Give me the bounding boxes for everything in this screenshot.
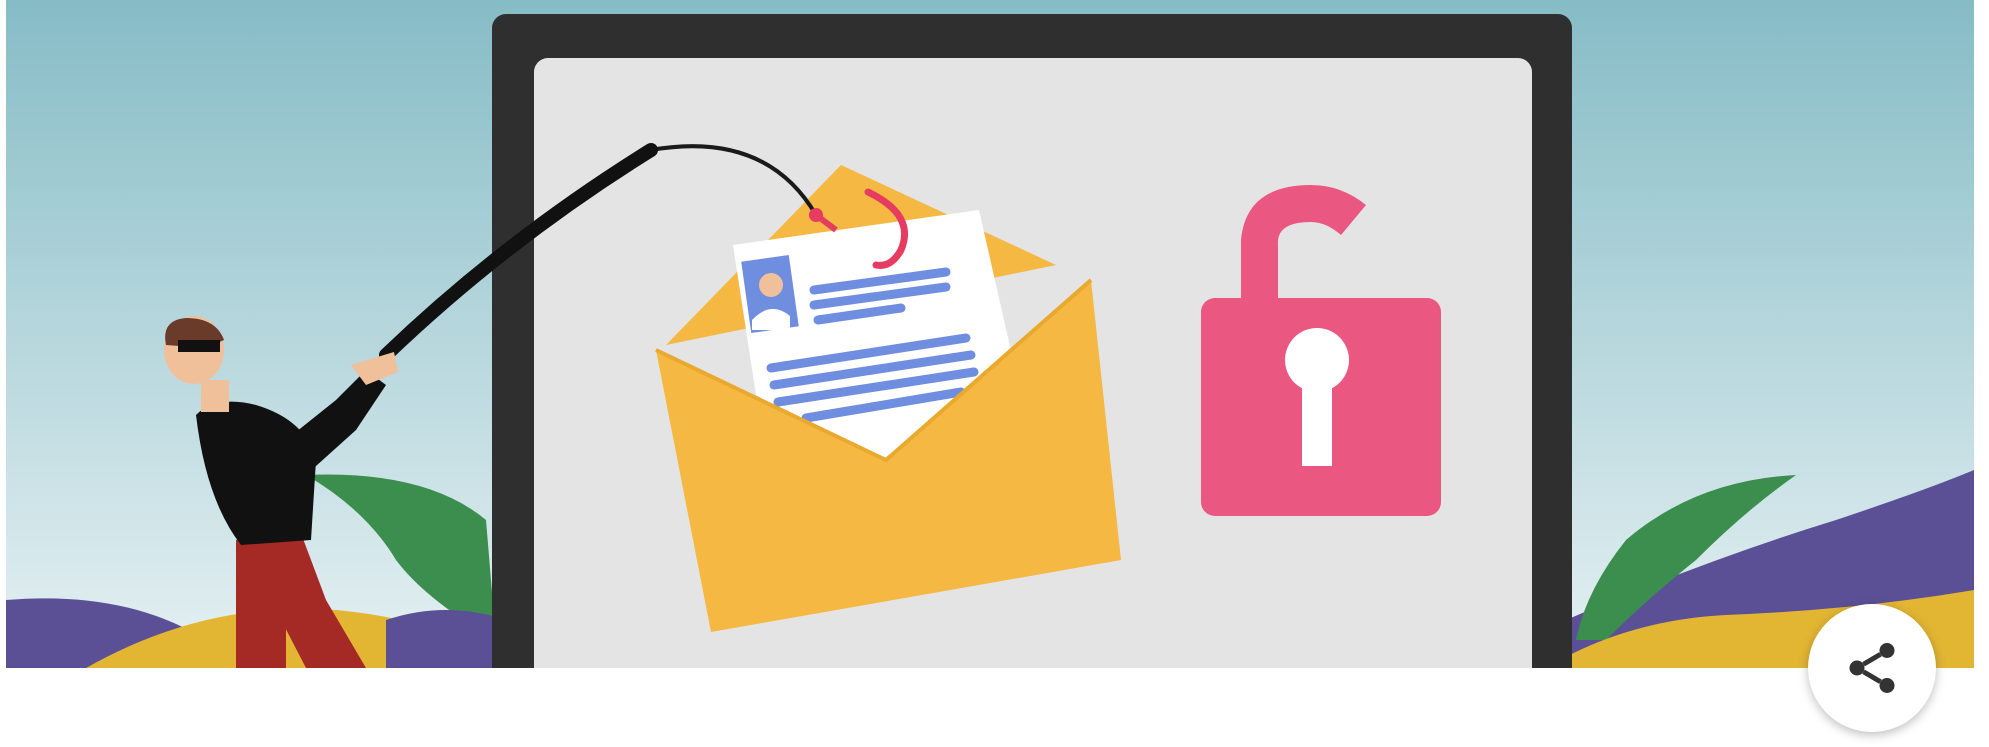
share-icon <box>1849 643 1895 693</box>
share-button[interactable] <box>1808 604 1936 732</box>
article-title-partial <box>250 722 1750 747</box>
hero-banner <box>6 0 1974 668</box>
purple-wave-left <box>386 610 506 668</box>
phishing-illustration <box>6 0 1974 668</box>
